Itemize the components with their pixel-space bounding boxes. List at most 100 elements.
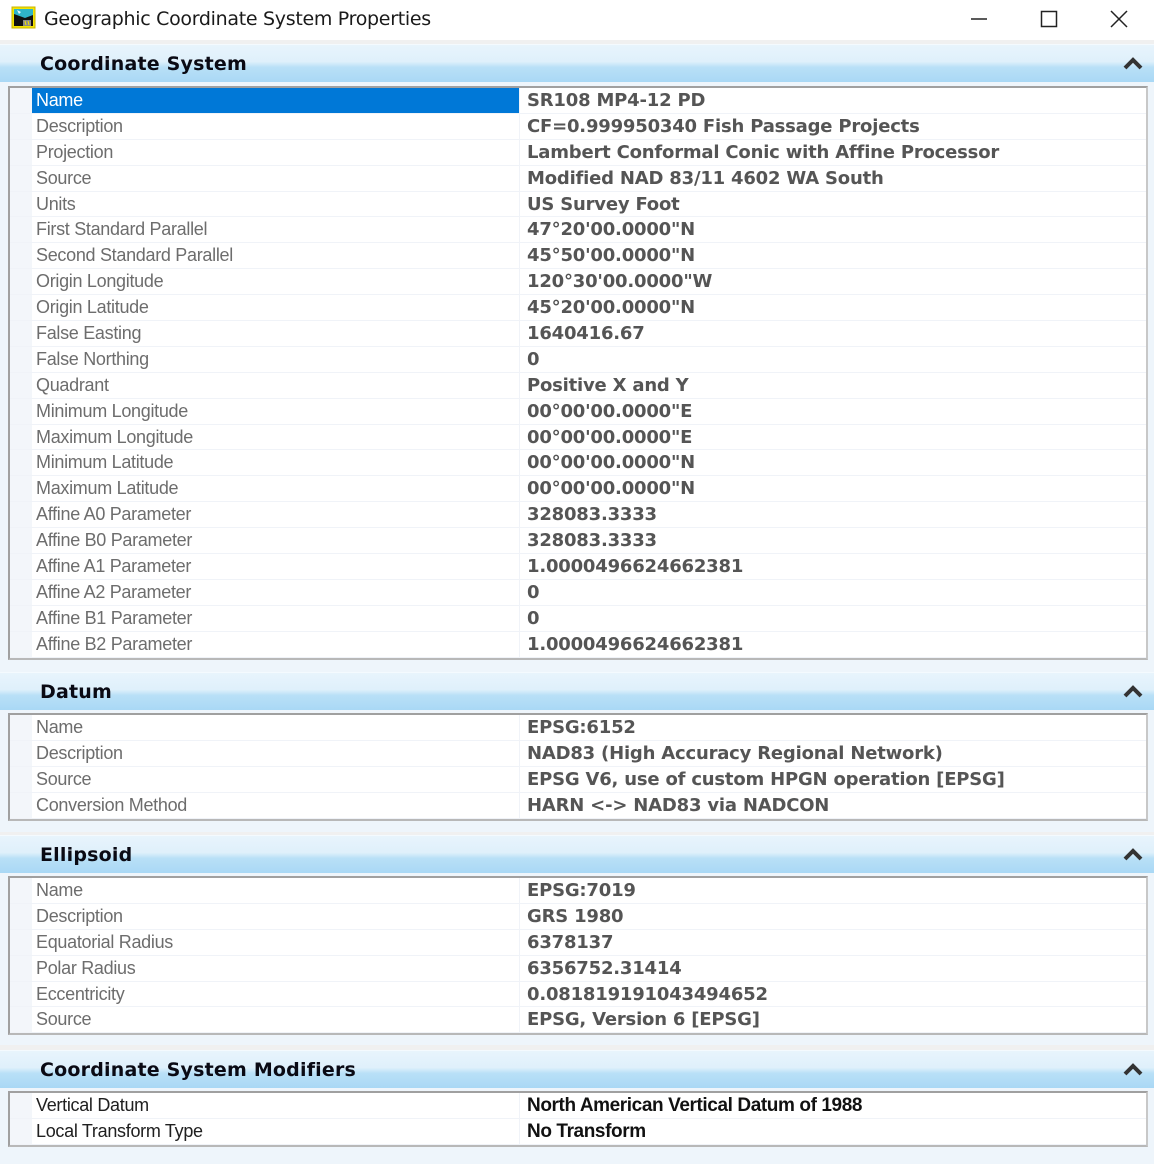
collapse-button[interactable] — [1122, 846, 1144, 862]
property-row[interactable]: Name EPSG:7019 — [10, 878, 1146, 904]
property-row[interactable]: Conversion Method HARN <-> NAD83 via NADC… — [10, 792, 1146, 819]
property-label[interactable]: Affine A1 Parameter — [32, 554, 520, 579]
property-value[interactable]: 0 — [521, 606, 1146, 631]
property-value[interactable]: GRS 1980 — [521, 904, 1146, 929]
property-label[interactable]: Second Standard Parallel — [32, 243, 520, 269]
property-value[interactable]: HARN <-> NAD83 via NADCON — [521, 793, 1146, 818]
property-value[interactable]: 00°00'00.0000"N — [521, 476, 1146, 501]
property-value[interactable]: North American Vertical Datum of 1988 — [521, 1093, 1146, 1118]
property-label[interactable]: Affine B2 Parameter — [32, 631, 520, 657]
section-header[interactable]: Coordinate System Modifiers — [0, 1050, 1154, 1088]
property-row[interactable]: Name SR108 MP4-12 PD — [10, 88, 1146, 114]
property-row[interactable]: Local Transform Type No Transform — [10, 1118, 1146, 1145]
collapse-button[interactable] — [1122, 55, 1144, 71]
property-label[interactable]: Affine A2 Parameter — [32, 579, 520, 605]
property-label[interactable]: Description — [32, 113, 520, 139]
property-row[interactable]: Affine B1 Parameter 0 — [10, 605, 1146, 632]
property-row[interactable]: False Easting 1640416.67 — [10, 321, 1146, 347]
property-row[interactable]: Affine A1 Parameter 1.0000496624662381 — [10, 554, 1146, 580]
property-row[interactable]: First Standard Parallel 47°20'00.0000"N — [10, 217, 1146, 244]
property-row[interactable]: Source EPSG, Version 6 [EPSG] — [10, 1007, 1146, 1034]
property-label[interactable]: False Easting — [32, 321, 520, 346]
property-row[interactable]: Second Standard Parallel 45°50'00.0000"N — [10, 243, 1146, 270]
collapse-button[interactable] — [1122, 1061, 1144, 1077]
property-label[interactable]: First Standard Parallel — [32, 217, 520, 243]
property-value[interactable]: Lambert Conformal Conic with Affine Proc… — [521, 140, 1146, 165]
property-value[interactable]: 45°20'00.0000"N — [521, 295, 1146, 320]
property-label[interactable]: Name — [32, 878, 520, 903]
property-label[interactable]: Conversion Method — [32, 792, 520, 818]
property-value[interactable]: NAD83 (High Accuracy Regional Network) — [521, 741, 1146, 766]
property-row[interactable]: Source Modified NAD 83/11 4602 WA South — [10, 165, 1146, 192]
property-row[interactable]: Name EPSG:6152 — [10, 715, 1146, 741]
property-value[interactable]: EPSG:7019 — [521, 878, 1146, 903]
property-value[interactable]: Modified NAD 83/11 4602 WA South — [521, 166, 1146, 191]
property-row[interactable]: Equatorial Radius 6378137 — [10, 929, 1146, 956]
property-row[interactable]: Source EPSG V6, use of custom HPGN operat… — [10, 766, 1146, 793]
property-label[interactable]: Source — [32, 766, 520, 792]
property-value[interactable]: SR108 MP4-12 PD — [521, 88, 1146, 113]
property-label[interactable]: Projection — [32, 139, 520, 165]
section-header[interactable]: Coordinate System — [0, 44, 1154, 82]
property-value[interactable]: US Survey Foot — [521, 192, 1146, 217]
property-row[interactable]: Origin Latitude 45°20'00.0000"N — [10, 295, 1146, 322]
property-value[interactable]: EPSG V6, use of custom HPGN operation [E… — [521, 767, 1146, 792]
minimize-button[interactable] — [944, 0, 1014, 38]
property-row[interactable]: Projection Lambert Conformal Conic with A… — [10, 139, 1146, 166]
property-value[interactable]: 47°20'00.0000"N — [521, 217, 1146, 242]
property-label[interactable]: Description — [32, 903, 520, 929]
property-label[interactable]: Equatorial Radius — [32, 929, 520, 955]
property-value[interactable]: 328083.3333 — [521, 528, 1146, 553]
property-label[interactable]: Minimum Latitude — [32, 450, 520, 476]
maximize-button[interactable] — [1014, 0, 1084, 38]
property-value[interactable]: 0.081819191043494652 — [521, 982, 1146, 1007]
property-label[interactable]: Maximum Latitude — [32, 476, 520, 502]
property-row[interactable]: Affine B0 Parameter 328083.3333 — [10, 528, 1146, 555]
property-value[interactable]: 328083.3333 — [521, 502, 1146, 527]
property-value[interactable]: No Transform — [521, 1119, 1146, 1144]
property-value[interactable]: 1.0000496624662381 — [521, 554, 1146, 579]
property-label[interactable]: Affine B0 Parameter — [32, 528, 520, 554]
property-row[interactable]: Description CF=0.999950340 Fish Passage P… — [10, 113, 1146, 140]
property-label[interactable]: Minimum Longitude — [32, 398, 520, 424]
property-label[interactable]: Source — [32, 1007, 520, 1033]
property-label[interactable]: Units — [32, 191, 520, 217]
section-header[interactable]: Datum — [0, 672, 1154, 710]
property-row[interactable]: Affine A2 Parameter 0 — [10, 579, 1146, 606]
property-row[interactable]: False Northing 0 — [10, 346, 1146, 373]
property-value[interactable]: 00°00'00.0000"E — [521, 399, 1146, 424]
property-row[interactable]: Minimum Latitude 00°00'00.0000"N — [10, 450, 1146, 477]
property-label[interactable]: Affine B1 Parameter — [32, 605, 520, 631]
property-label[interactable]: Origin Latitude — [32, 295, 520, 321]
property-label[interactable]: Eccentricity — [32, 981, 520, 1007]
property-label[interactable]: Source — [32, 165, 520, 191]
property-value[interactable]: 1640416.67 — [521, 321, 1146, 346]
property-label[interactable]: Quadrant — [32, 372, 520, 398]
property-row[interactable]: Minimum Longitude 00°00'00.0000"E — [10, 398, 1146, 425]
property-row[interactable]: Affine B2 Parameter 1.0000496624662381 — [10, 631, 1146, 658]
section-header[interactable]: Ellipsoid — [0, 835, 1154, 873]
property-row[interactable]: Quadrant Positive X and Y — [10, 372, 1146, 399]
property-row[interactable]: Description GRS 1980 — [10, 903, 1146, 930]
property-row[interactable]: Units US Survey Foot — [10, 191, 1146, 218]
property-value[interactable]: 6378137 — [521, 930, 1146, 955]
property-label[interactable]: Polar Radius — [32, 955, 520, 981]
property-row[interactable]: Maximum Latitude 00°00'00.0000"N — [10, 476, 1146, 503]
property-row[interactable]: Description NAD83 (High Accuracy Regional… — [10, 740, 1146, 767]
property-value[interactable]: 1.0000496624662381 — [521, 632, 1146, 657]
property-value[interactable]: 45°50'00.0000"N — [521, 243, 1146, 268]
property-label[interactable]: Maximum Longitude — [32, 424, 520, 450]
property-label[interactable]: Vertical Datum — [32, 1093, 520, 1118]
property-row[interactable]: Polar Radius 6356752.31414 — [10, 955, 1146, 982]
property-row[interactable]: Vertical Datum North American Vertical Da… — [10, 1093, 1146, 1119]
property-value[interactable]: 00°00'00.0000"N — [521, 450, 1146, 475]
property-value[interactable]: 0 — [521, 347, 1146, 372]
property-value[interactable]: 6356752.31414 — [521, 956, 1146, 981]
property-value[interactable]: Positive X and Y — [521, 373, 1146, 398]
property-label[interactable]: Origin Longitude — [32, 269, 520, 295]
property-row[interactable]: Affine A0 Parameter 328083.3333 — [10, 502, 1146, 529]
property-value[interactable]: CF=0.999950340 Fish Passage Projects — [521, 114, 1146, 139]
close-button[interactable] — [1084, 0, 1154, 38]
property-label[interactable]: Local Transform Type — [32, 1118, 520, 1144]
collapse-button[interactable] — [1122, 683, 1144, 699]
